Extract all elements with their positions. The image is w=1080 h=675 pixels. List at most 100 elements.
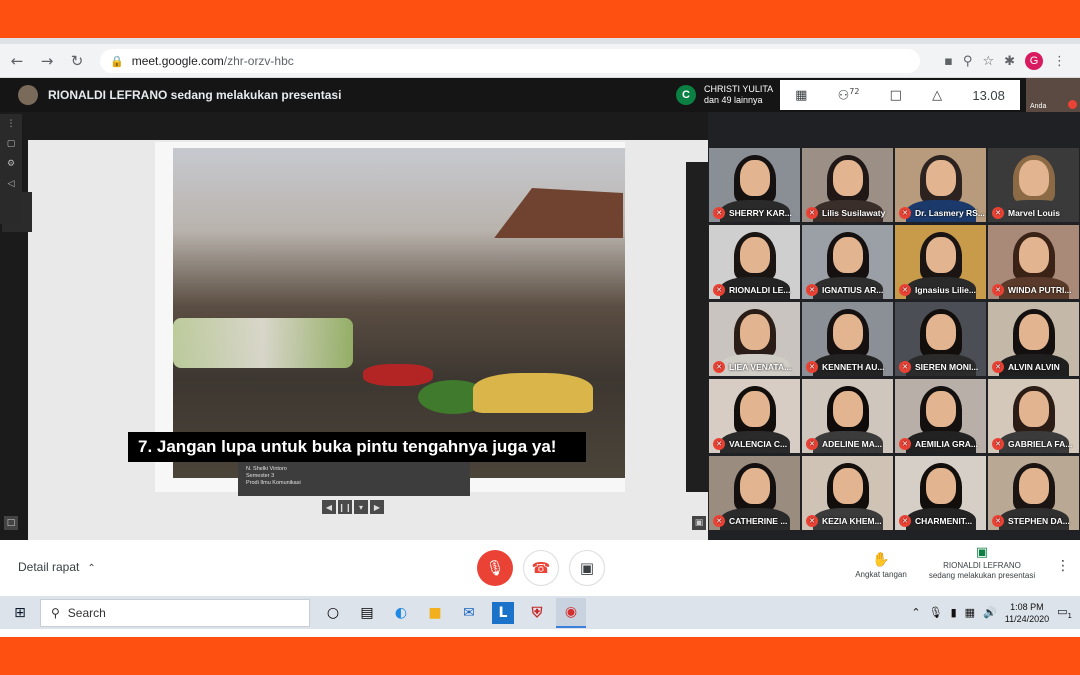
app-l-icon[interactable]: L	[492, 601, 514, 624]
cortana-icon[interactable]: ○	[318, 598, 348, 628]
windows-start-icon[interactable]: ⊞	[0, 605, 40, 621]
participant-tile[interactable]: ✕ AEMILIA GRA...	[895, 379, 986, 453]
next-icon[interactable]: ▶	[370, 500, 384, 514]
fullscreen-icon[interactable]: ▣	[692, 516, 706, 530]
participant-tile[interactable]: ✕ CHARMENIT...	[895, 456, 986, 530]
activities-icon[interactable]: △	[932, 88, 942, 103]
gear-icon[interactable]: ⚙	[0, 154, 22, 174]
reload-icon[interactable]: ↻	[64, 48, 90, 74]
microphone-icon[interactable]: 🎙	[929, 606, 943, 619]
participant-label: ✕ Marvel Louis	[992, 207, 1060, 219]
layout-icon[interactable]: ▦	[795, 88, 807, 103]
participant-tile[interactable]: ✕ Marvel Louis	[988, 148, 1079, 222]
participant-tile[interactable]: ✕ KEZIA KHEM...	[802, 456, 893, 530]
camera-icon[interactable]: ▪	[944, 54, 953, 69]
participant-tile[interactable]: ✕ Dr. Lasmery RS...	[895, 148, 986, 222]
participant-tile[interactable]: ✕ IGNATIUS AR...	[802, 225, 893, 299]
participant-tile[interactable]: ✕ GABRIELA FA...	[988, 379, 1079, 453]
participant-tile[interactable]: ✕ STEPHEN DA...	[988, 456, 1079, 530]
extensions-icon[interactable]: ✱	[1004, 54, 1015, 69]
notification-icon[interactable]: ▭1	[1057, 605, 1072, 620]
forward-arrow-icon[interactable]: →	[34, 48, 60, 74]
self-view-tile[interactable]: Anda	[1026, 78, 1080, 112]
taskbar-search[interactable]: ⚲ Search	[40, 598, 310, 627]
participant-tile[interactable]: ✕ VALENCIA C...	[709, 379, 800, 453]
task-view-icon[interactable]: ▤	[352, 598, 382, 628]
participant-tile[interactable]: ✕ Lilis Susilawaty	[802, 148, 893, 222]
mcafee-icon[interactable]: ⛨	[522, 598, 552, 628]
chevron-up-icon: ⌃	[87, 563, 96, 574]
chat-chip[interactable]: C CHRISTI YULITA dan 49 lainnya	[676, 81, 773, 109]
participant-label: ✕ IGNATIUS AR...	[806, 284, 883, 296]
participant-name: ADELINE MA...	[822, 439, 882, 449]
chevron-down-icon[interactable]: ▾	[354, 500, 368, 514]
presenting-status-button[interactable]: ▣ RIONALDI LEFRANO sedang melakukan pres…	[924, 546, 1040, 581]
participant-face	[739, 237, 770, 273]
file-explorer-icon[interactable]: ■	[420, 598, 450, 628]
mic-off-icon: ✕	[713, 438, 725, 450]
people-icon[interactable]: ⚇72	[838, 87, 860, 103]
back-arrow-icon[interactable]: ←	[4, 48, 30, 74]
captions-icon[interactable]: □	[4, 516, 18, 530]
participant-tile[interactable]: ✕ KENNETH AU...	[802, 302, 893, 376]
network-icon[interactable]: ▦	[965, 606, 975, 619]
meeting-details-button[interactable]: Detail rapat ⌃	[18, 560, 96, 574]
participant-tile[interactable]: ✕ Ignasius Lilie...	[895, 225, 986, 299]
participant-tile[interactable]: ✕ SIEREN MONI...	[895, 302, 986, 376]
microphone-toggle-button[interactable]: 🎙	[477, 550, 513, 586]
mic-off-icon: ✕	[899, 515, 911, 527]
mic-off-icon: ✕	[992, 438, 1004, 450]
mic-off-icon: ✕	[713, 207, 725, 219]
nameplate-line: Semester 3	[246, 473, 275, 479]
photo-roof	[494, 188, 623, 238]
camera-toggle-button[interactable]: ▣	[569, 550, 605, 586]
zoom-icon[interactable]: ⚲	[963, 54, 973, 69]
participant-face	[832, 468, 863, 504]
participant-face	[1018, 237, 1049, 273]
slide-caption: 7. Jangan lupa untuk buka pintu tengahny…	[128, 432, 586, 462]
participant-tile[interactable]: ✕ ALVIN ALVIN	[988, 302, 1079, 376]
raise-hand-button[interactable]: ✋ Angkat tangan	[846, 552, 916, 579]
taskbar-clock[interactable]: 1:08 PM 11/24/2020	[1005, 601, 1049, 625]
meeting-details-label: Detail rapat	[18, 560, 80, 574]
mic-off-icon: ✕	[899, 438, 911, 450]
mic-off-icon: ✕	[899, 361, 911, 373]
chrome-icon[interactable]: ◉	[556, 597, 586, 628]
participant-label: ✕ ALVIN ALVIN	[992, 361, 1060, 373]
menu-dots-icon[interactable]: ⋮	[1053, 54, 1066, 69]
participant-face	[925, 160, 956, 196]
chat-chip-initial: C	[676, 85, 696, 105]
participant-face	[925, 468, 956, 504]
participant-tile[interactable]: ✕ RIONALDI LE...	[709, 225, 800, 299]
profile-avatar[interactable]: G	[1025, 52, 1043, 70]
mic-off-icon: ✕	[899, 207, 911, 219]
participant-tile[interactable]: ✕ LIEA VENATA...	[709, 302, 800, 376]
side-tool-icon[interactable]: ▢	[0, 134, 22, 154]
participant-name: AEMILIA GRA...	[915, 439, 978, 449]
participant-name: VALENCIA C...	[729, 439, 788, 449]
presenter-avatar	[18, 85, 38, 105]
hang-up-button[interactable]: ☎	[523, 550, 559, 586]
mic-off-icon: ✕	[899, 284, 911, 296]
speaker-icon[interactable]: 🔊	[983, 606, 997, 619]
mail-icon[interactable]: ✉	[454, 598, 484, 628]
edge-icon[interactable]: ◐	[386, 598, 416, 628]
star-icon[interactable]: ☆	[982, 54, 994, 69]
side-tool-icon[interactable]: ⋮	[0, 114, 22, 134]
participant-tile[interactable]: ✕ SHERRY KAR...	[709, 148, 800, 222]
presentation-stage: ⋮ ▢ ⚙ ◁ 7. Jangan lupa untuk buka pintu …	[0, 112, 708, 540]
more-options-icon[interactable]: ⋮	[1056, 558, 1070, 574]
battery-icon[interactable]: ▮	[951, 606, 957, 619]
nameplate-line: Prodi Ilmu Komunikasi	[246, 480, 301, 486]
participant-tile[interactable]: ✕ CATHERINE ...	[709, 456, 800, 530]
participant-tile[interactable]: ✕ WINDA PUTRI...	[988, 225, 1079, 299]
chat-icon[interactable]: □	[890, 88, 902, 103]
participant-tile[interactable]: ✕ ADELINE MA...	[802, 379, 893, 453]
address-bar[interactable]: 🔒 meet.google.com /zhr-orzv-hbc	[100, 49, 920, 73]
participant-name: Lilis Susilawaty	[822, 208, 886, 218]
participant-name: Marvel Louis	[1008, 208, 1060, 218]
pause-icon[interactable]: ❙❙	[338, 500, 352, 514]
previous-icon[interactable]: ◀	[322, 500, 336, 514]
chevron-up-icon[interactable]: ⌃	[911, 606, 920, 619]
volume-icon[interactable]: ◁	[0, 174, 22, 194]
